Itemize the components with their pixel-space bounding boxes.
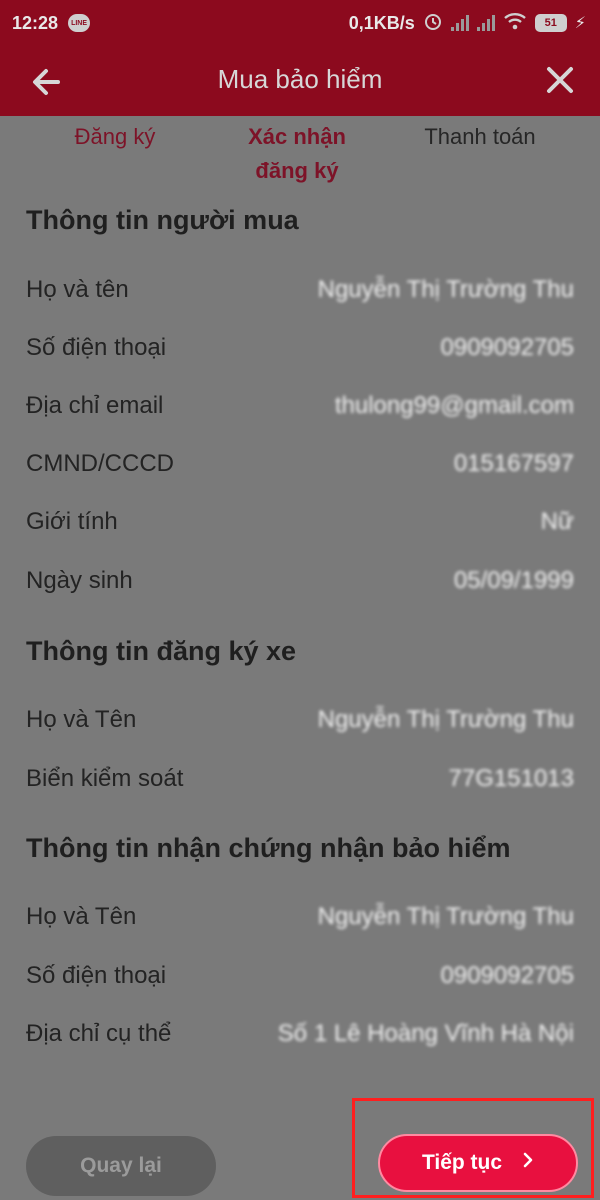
plate-value: 77G151013: [448, 765, 574, 792]
alarm-icon: [423, 11, 443, 36]
status-time: 12:28: [12, 12, 59, 33]
signal-icon-2: [476, 15, 495, 31]
buyer-name-label: Họ và tên: [26, 276, 129, 303]
recipient-phone-label: Số điện thoại: [26, 962, 167, 989]
buyer-id-value: 015167597: [453, 450, 574, 477]
recipient-phone-value: 0909092705: [440, 962, 574, 989]
next-button[interactable]: Tiếp tục: [378, 1134, 578, 1192]
next-button-label: Tiếp tục: [421, 1151, 503, 1174]
buyer-dob-label: Ngày sinh: [26, 567, 133, 594]
buyer-email-value: thulong99@gmail.com: [334, 392, 574, 419]
chevron-right-icon: [522, 1151, 534, 1175]
buyer-id-label: CMND/CCCD: [26, 450, 174, 477]
step-confirm: Xác nhận đăng ký: [248, 124, 346, 183]
vehicle-owner-label: Họ và Tên: [26, 706, 137, 733]
buyer-dob-value: 05/09/1999: [453, 567, 574, 594]
certificate-info-title: Thông tin nhận chứng nhận bảo hiểm: [26, 833, 511, 863]
buyer-gender-label: Giới tính: [26, 508, 118, 535]
status-bar: 12:28 LINE 0,1KB/s 51 ⚡: [0, 0, 600, 46]
buyer-phone-value: 0909092705: [440, 334, 574, 361]
recipient-name-label: Họ và Tên: [26, 903, 137, 930]
back-button[interactable]: Quay lại: [26, 1136, 216, 1196]
buyer-name-value: Nguyễn Thị Trường Thu: [317, 276, 574, 303]
buyer-phone-label: Số điện thoại: [26, 334, 167, 361]
plate-label: Biển kiểm soát: [26, 765, 184, 792]
buyer-gender-value: Nữ: [540, 508, 574, 535]
network-speed: 0,1KB/s: [348, 12, 415, 33]
charging-icon: ⚡: [574, 15, 586, 32]
buyer-info-title: Thông tin người mua: [26, 205, 299, 235]
line-app-icon: LINE: [68, 14, 91, 32]
app-bar: Mua bảo hiểm: [0, 46, 600, 116]
progress-steps: Đăng ký Xác nhận đăng ký Thanh toán: [0, 116, 600, 186]
recipient-address-value: Số 1 Lê Hoàng Vĩnh Hà Nội: [277, 1020, 574, 1047]
step-register: Đăng ký: [74, 124, 156, 149]
wifi-icon: [503, 12, 527, 35]
buyer-email-label: Địa chỉ email: [26, 392, 164, 419]
step-payment: Thanh toán: [424, 124, 536, 149]
vehicle-info-title: Thông tin đăng ký xe: [26, 636, 297, 666]
vehicle-owner-value: Nguyễn Thị Trường Thu: [317, 706, 574, 733]
recipient-name-value: Nguyễn Thị Trường Thu: [317, 903, 574, 930]
battery-icon: 51: [534, 14, 567, 32]
close-icon[interactable]: [544, 64, 576, 96]
recipient-address-label: Địa chỉ cụ thể: [26, 1020, 172, 1047]
signal-icon: [450, 15, 469, 31]
page-title: Mua bảo hiểm: [217, 64, 383, 94]
